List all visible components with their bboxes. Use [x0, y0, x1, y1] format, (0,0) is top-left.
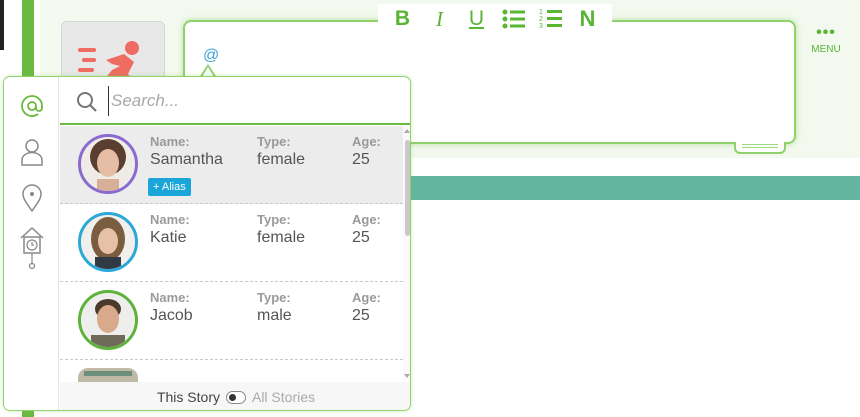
scope-toggle[interactable]	[225, 390, 246, 404]
age-field: Age: 25	[352, 290, 381, 325]
avatar-portrait	[81, 293, 135, 347]
character-name: Jacob	[150, 307, 193, 324]
this-story-label[interactable]: This Story	[157, 389, 220, 405]
name-label: Name:	[150, 290, 190, 305]
name-label: Name:	[150, 134, 190, 149]
search-bar	[60, 77, 410, 125]
name-field: Name: Katie	[150, 212, 190, 247]
svg-text:3: 3	[539, 23, 543, 30]
menu-label: MENU	[811, 44, 841, 55]
character-row-samantha[interactable]: Name: Samantha Type: female Age: 25 + Al…	[60, 126, 403, 204]
type-field: Type: male	[257, 290, 292, 325]
mention-popup: Name: Samantha Type: female Age: 25 + Al…	[3, 76, 411, 411]
type-field: Type: female	[257, 134, 305, 169]
normal-text-button[interactable]: N	[569, 4, 606, 34]
person-icon	[20, 139, 43, 166]
menu-dots-icon: •••	[816, 24, 836, 41]
underline-button[interactable]: U	[458, 4, 495, 34]
character-row-katie[interactable]: Name: Katie Type: female Age: 25	[60, 204, 403, 282]
character-age: 25	[352, 151, 370, 168]
svg-text:1: 1	[539, 9, 543, 16]
character-age: 25	[352, 229, 370, 246]
character-name: Samantha	[150, 151, 223, 168]
age-field: Age: 25	[352, 212, 381, 247]
search-input[interactable]	[108, 86, 398, 116]
menu-button[interactable]: ••• MENU	[806, 24, 846, 56]
character-name: Katie	[150, 229, 187, 246]
tab-timeline[interactable]	[4, 225, 59, 271]
numbered-list-icon: 123	[539, 9, 562, 30]
resize-handle[interactable]	[734, 142, 786, 154]
character-age: 25	[352, 307, 370, 324]
type-label: Type:	[257, 290, 291, 305]
type-label: Type:	[257, 134, 291, 149]
format-toolbar: B I U 123 N	[378, 4, 612, 34]
location-pin-icon	[21, 184, 42, 212]
avatar	[78, 290, 138, 350]
category-tabs	[4, 77, 59, 410]
tab-mentions[interactable]	[4, 83, 59, 129]
age-field: Age: 25	[352, 134, 381, 169]
all-stories-label[interactable]: All Stories	[252, 389, 315, 405]
character-list: Name: Samantha Type: female Age: 25 + Al…	[60, 126, 403, 381]
cuckoo-clock-icon	[19, 226, 44, 270]
age-label: Age:	[352, 212, 381, 227]
bullet-list-button[interactable]	[495, 4, 532, 34]
character-type: male	[257, 307, 292, 324]
name-label: Name:	[150, 212, 190, 227]
tab-locations[interactable]	[4, 175, 59, 221]
scroll-down-arrow-icon[interactable]	[404, 374, 410, 378]
scope-footer: This Story All Stories	[60, 382, 410, 410]
avatar	[78, 134, 138, 194]
italic-button[interactable]: I	[421, 4, 458, 34]
type-field: Type: female	[257, 212, 305, 247]
svg-text:2: 2	[539, 16, 543, 23]
window-edge	[0, 0, 4, 50]
name-field: Name: Jacob	[150, 290, 193, 325]
mention-trigger: @	[203, 47, 220, 64]
list-scrollbar[interactable]	[403, 126, 410, 381]
at-icon	[20, 95, 43, 117]
character-type: female	[257, 151, 306, 168]
scroll-thumb[interactable]	[405, 140, 410, 236]
age-label: Age:	[352, 134, 381, 149]
age-label: Age:	[352, 290, 381, 305]
tab-characters[interactable]	[4, 129, 59, 175]
numbered-list-button[interactable]: 123	[532, 4, 569, 34]
avatar-portrait	[81, 215, 135, 269]
bold-button[interactable]: B	[384, 4, 421, 34]
bullet-list-icon	[502, 9, 525, 29]
avatar	[78, 212, 138, 272]
add-alias-button[interactable]: + Alias	[148, 178, 191, 196]
scroll-up-arrow-icon[interactable]	[404, 129, 410, 133]
character-row-jacob[interactable]: Name: Jacob Type: male Age: 25	[60, 282, 403, 360]
search-icon	[77, 92, 97, 112]
avatar-portrait	[81, 137, 135, 191]
character-type: female	[257, 229, 306, 246]
name-field: Name: Samantha	[150, 134, 223, 169]
type-label: Type:	[257, 212, 291, 227]
